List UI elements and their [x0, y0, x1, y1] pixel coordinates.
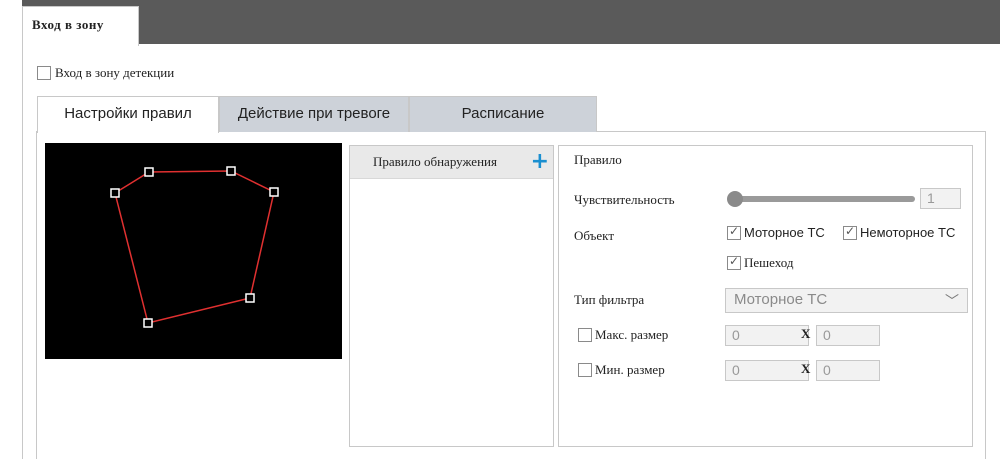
min-height-field[interactable]: 0	[816, 360, 880, 381]
zone-handle[interactable]	[143, 318, 153, 328]
zone-handle[interactable]	[269, 187, 279, 197]
filter-type-label: Тип фильтра	[574, 292, 645, 307]
min-size-x: X	[801, 361, 811, 376]
tab-rule-settings[interactable]: Настройки правил	[37, 96, 219, 133]
object-non-motor-vehicle[interactable]: Немоторное ТС	[843, 224, 956, 240]
rules-list: Правило обнаружения +	[349, 145, 554, 447]
filter-type-value: Моторное ТС	[734, 291, 828, 308]
enable-detection-row[interactable]: Вход в зону детекции	[37, 65, 174, 81]
detection-zone-polygon[interactable]	[45, 143, 342, 359]
sensitivity-slider-handle[interactable]	[727, 191, 743, 207]
sensitivity-value-field[interactable]: 1	[920, 188, 961, 209]
max-size-label: Макс. размер	[595, 327, 669, 342]
zone-handle[interactable]	[110, 188, 120, 198]
chevron-down-icon: ﹀	[945, 294, 959, 310]
max-width-field[interactable]: 0	[725, 325, 809, 346]
tab-schedule[interactable]: Расписание	[409, 96, 597, 132]
top-bar	[22, 0, 1000, 44]
video-preview[interactable]	[45, 143, 342, 359]
sensitivity-label: Чувствительность	[574, 192, 675, 207]
object-label: Объект	[574, 228, 614, 243]
rule-title: Правило	[574, 152, 622, 167]
motor-vehicle-label: Моторное ТС	[744, 225, 825, 240]
rules-list-title: Правило обнаружения	[373, 154, 497, 169]
filter-type-select[interactable]: Моторное ТС ﹀	[725, 288, 968, 313]
add-rule-icon[interactable]: +	[531, 151, 549, 173]
tab-area-entry[interactable]: Вход в зону	[22, 6, 139, 46]
min-size-row[interactable]: Мин. размер	[578, 362, 665, 378]
max-height-field[interactable]: 0	[816, 325, 880, 346]
max-size-x: X	[801, 326, 811, 341]
min-size-checkbox[interactable]	[578, 363, 592, 377]
motor-vehicle-checkbox[interactable]	[727, 224, 741, 240]
enable-detection-label: Вход в зону детекции	[55, 65, 175, 80]
object-motor-vehicle[interactable]: Моторное ТС	[727, 224, 825, 240]
zone-handle[interactable]	[144, 167, 154, 177]
object-pedestrian[interactable]: Пешеход	[727, 254, 794, 271]
min-width-field[interactable]: 0	[725, 360, 809, 381]
rules-list-header: Правило обнаружения +	[350, 146, 553, 179]
pedestrian-label: Пешеход	[744, 255, 794, 270]
sensitivity-slider-track[interactable]	[735, 196, 915, 202]
enable-detection-checkbox[interactable]	[37, 66, 51, 80]
min-size-label: Мин. размер	[595, 362, 665, 377]
zone-handle[interactable]	[245, 293, 255, 303]
pedestrian-checkbox[interactable]	[727, 254, 741, 270]
max-size-row[interactable]: Макс. размер	[578, 327, 668, 343]
zone-handle[interactable]	[226, 166, 236, 176]
non-motor-vehicle-checkbox[interactable]	[843, 224, 857, 240]
non-motor-vehicle-label: Немоторное ТС	[860, 225, 956, 240]
tab-alarm-action[interactable]: Действие при тревоге	[219, 96, 409, 132]
max-size-checkbox[interactable]	[578, 328, 592, 342]
